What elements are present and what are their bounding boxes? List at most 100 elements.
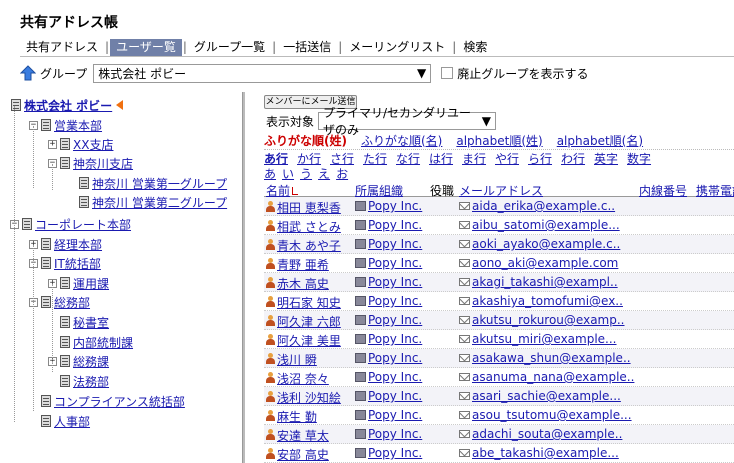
email-link[interactable]: aoki_ayako@example.c..	[459, 237, 620, 251]
tree-node-label[interactable]: 法務部	[73, 373, 109, 390]
email-link[interactable]: akagi_takashi@exampl..	[459, 275, 618, 289]
kana-index-link[interactable]: ら行	[528, 150, 561, 166]
org-link[interactable]: Popy Inc.	[355, 275, 422, 289]
kana-sub-link[interactable]: え	[318, 165, 330, 181]
sort-furigana-first[interactable]: ふりがな順(名)	[361, 132, 442, 149]
email-link[interactable]: aono_aki@example.com	[459, 256, 618, 270]
tab-group-list[interactable]: グループ一覧	[188, 39, 271, 56]
tab-search[interactable]: 検索	[457, 39, 493, 56]
user-name-link[interactable]: 麻生 勤	[266, 408, 317, 425]
tree-node-label[interactable]: 秘書室	[73, 314, 109, 331]
kana-index-link[interactable]: わ行	[561, 150, 594, 166]
user-name-link[interactable]: 浅沼 奈々	[266, 370, 329, 387]
email-link[interactable]: aida_erika@example.c..	[459, 199, 615, 213]
expand-icon[interactable]: +	[48, 139, 57, 149]
org-link[interactable]: Popy Inc.	[355, 199, 422, 213]
pane-divider[interactable]	[242, 92, 245, 463]
kana-index-link[interactable]: か行	[297, 150, 330, 166]
email-link[interactable]: abe_takashi@example...	[459, 446, 619, 460]
kana-index-link[interactable]: ま行	[462, 150, 495, 166]
org-name: Popy Inc.	[368, 408, 423, 422]
kana-index-link[interactable]: さ行	[330, 150, 363, 166]
sort-alphabet-first[interactable]: alphabet順(名)	[557, 132, 643, 149]
sort-bar: ふりがな順(姓) ふりがな順(名) alphabet順(姓) alphabet順…	[264, 132, 734, 148]
kana-index-link[interactable]: 数字	[627, 150, 660, 166]
sort-furigana-last[interactable]: ふりがな順(姓)	[264, 132, 347, 149]
email-address: akagi_takashi@exampl..	[472, 275, 618, 289]
tree-node-label[interactable]: コーポレート本部	[35, 216, 131, 233]
email-link[interactable]: akashiya_tomofumi@ex..	[459, 294, 623, 308]
org-link[interactable]: Popy Inc.	[355, 446, 422, 460]
chevron-down-icon: ▼	[481, 114, 492, 128]
group-icon	[41, 257, 51, 269]
user-name-link[interactable]: 赤木 高史	[266, 275, 329, 292]
tree-node-label[interactable]: コンプライアンス統括部	[54, 393, 185, 410]
tree-node-label[interactable]: 人事部	[54, 413, 90, 430]
tab-mailing-list[interactable]: メーリングリスト	[343, 39, 451, 56]
up-arrow-icon[interactable]	[20, 65, 36, 81]
org-link[interactable]: Popy Inc.	[355, 237, 422, 251]
user-name-link[interactable]: 相武 さとみ	[266, 218, 341, 235]
org-link[interactable]: Popy Inc.	[355, 389, 422, 403]
user-name: 阿久津 六郎	[277, 315, 341, 329]
kana-index-link[interactable]: や行	[495, 150, 528, 166]
kana-index-link[interactable]: は行	[429, 150, 462, 166]
tree-node-label[interactable]: 営業本部	[54, 117, 102, 134]
filter-select[interactable]: プライマリ/セカンダリユーザのみ ▼	[318, 106, 497, 137]
user-name: 浅利 沙知絵	[277, 391, 341, 405]
email-link[interactable]: asakawa_shun@example..	[459, 351, 631, 365]
email-link[interactable]: adachi_souta@example..	[459, 427, 622, 441]
tree-node-label[interactable]: 運用課	[73, 275, 109, 292]
org-link[interactable]: Popy Inc.	[355, 256, 422, 270]
kana-index-link[interactable]: あ行	[264, 150, 297, 166]
org-link[interactable]: Popy Inc.	[355, 332, 422, 346]
tree-node-label[interactable]: 神奈川 営業第一グループ	[92, 175, 227, 192]
org-link[interactable]: Popy Inc.	[355, 408, 422, 422]
email-link[interactable]: akutsu_rokurou@examp..	[459, 313, 624, 327]
email-link[interactable]: asou_tsutomu@example...	[459, 408, 632, 422]
show-abolished-checkbox[interactable]	[441, 67, 454, 79]
user-name-link[interactable]: 安達 草太	[266, 427, 329, 444]
email-link[interactable]: aibu_satomi@example...	[459, 218, 620, 232]
kana-sub-link[interactable]: い	[282, 165, 294, 181]
tree-node-label[interactable]: 経理本部	[54, 236, 102, 253]
kana-index-link[interactable]: た行	[363, 150, 396, 166]
tree-node-label[interactable]: XX支店	[73, 136, 113, 153]
tab-shared-address[interactable]: 共有アドレス	[20, 39, 104, 56]
tree-node-label[interactable]: 内部統制課	[73, 334, 133, 351]
tree-node-label[interactable]: IT統括部	[54, 255, 101, 272]
user-name-link[interactable]: 浅川 瞬	[266, 351, 317, 368]
tab-user-list[interactable]: ユーザー覧	[110, 38, 182, 56]
tab-bulk-send[interactable]: 一括送信	[277, 39, 337, 56]
user-name-link[interactable]: 青木 あや子	[266, 237, 341, 254]
org-link[interactable]: Popy Inc.	[355, 218, 422, 232]
user-name-link[interactable]: 阿久津 六郎	[266, 313, 341, 330]
sort-alphabet-last[interactable]: alphabet順(姓)	[456, 132, 542, 149]
user-name-link[interactable]: 明石家 知史	[266, 294, 341, 311]
tree-node-label[interactable]: 神奈川 営業第二グループ	[92, 194, 227, 211]
user-name-link[interactable]: 相田 恵梨香	[266, 199, 341, 216]
user-name-link[interactable]: 安部 高史	[266, 446, 329, 463]
org-link[interactable]: Popy Inc.	[355, 370, 422, 384]
kana-index-link[interactable]: 英字	[594, 150, 627, 166]
org-link[interactable]: Popy Inc.	[355, 427, 422, 441]
user-name-link[interactable]: 浅利 沙知絵	[266, 389, 341, 406]
kana-index-link[interactable]: な行	[396, 150, 429, 166]
user-name-link[interactable]: 青野 亜希	[266, 256, 329, 273]
org-link[interactable]: Popy Inc.	[355, 351, 422, 365]
email-link[interactable]: asari_sachie@example...	[459, 389, 621, 403]
kana-sub-link[interactable]: う	[300, 165, 312, 181]
tree-node-label[interactable]: 神奈川支店	[73, 155, 133, 172]
org-link[interactable]: Popy Inc.	[355, 313, 422, 327]
tree-node-label[interactable]: 株式会社 ポビー	[24, 97, 112, 114]
kana-sub-link[interactable]: あ	[264, 165, 276, 181]
email-link[interactable]: akutsu_miri@example...	[459, 332, 617, 346]
tree-node-label[interactable]: 総務課	[73, 353, 109, 370]
org-link[interactable]: Popy Inc.	[355, 294, 422, 308]
user-name-link[interactable]: 阿久津 美里	[266, 332, 341, 349]
kana-sub-link[interactable]: お	[336, 165, 348, 181]
group-select[interactable]: 株式会社 ポビー ▼	[93, 63, 432, 83]
email-link[interactable]: asanuma_nana@example..	[459, 370, 634, 384]
tree-node-label[interactable]: 総務部	[54, 294, 90, 311]
group-icon	[60, 355, 70, 367]
